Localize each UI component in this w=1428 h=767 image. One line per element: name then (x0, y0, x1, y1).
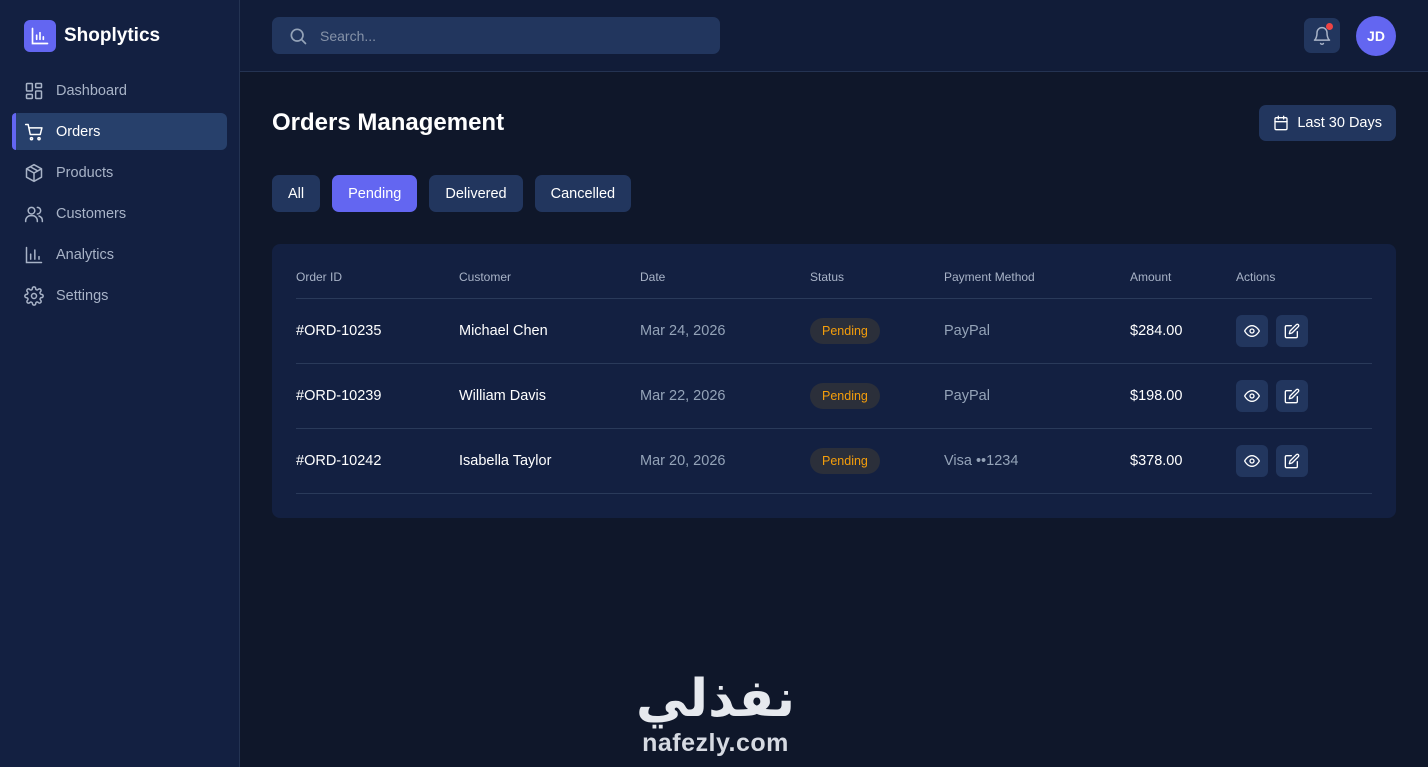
sidebar-item-orders[interactable]: Orders (12, 113, 227, 150)
amount-cell: $378.00 (1130, 428, 1236, 494)
column-header-status[interactable]: Status (810, 256, 944, 299)
payment-method-cell: Visa ••1234 (944, 428, 1130, 494)
gear-icon (24, 285, 44, 306)
cart-icon (24, 123, 43, 141)
brand[interactable]: Shoplytics (0, 0, 239, 72)
view-order-button[interactable] (1236, 379, 1268, 412)
brand-name: Shoplytics (64, 25, 161, 46)
column-header-payment-method[interactable]: Payment Method (944, 256, 1130, 299)
amount-cell: $284.00 (1130, 298, 1236, 364)
filter-pending[interactable]: Pending (332, 175, 418, 212)
date-range-label: Last 30 Days (1297, 115, 1382, 131)
page-content: Orders Management Last 30 Days All Pendi… (240, 72, 1428, 518)
sidebar-item-label: Settings (56, 287, 109, 304)
date-cell: Mar 24, 2026 (640, 298, 810, 364)
eye-icon (1244, 324, 1260, 337)
bar-chart-icon (24, 20, 56, 52)
search-icon (290, 28, 307, 44)
edit-order-button[interactable] (1276, 444, 1308, 477)
amount-cell: $198.00 (1130, 363, 1236, 429)
sidebar-item-label: Customers (56, 205, 127, 222)
status-cell: Pending (810, 298, 944, 364)
date-cell: Mar 22, 2026 (640, 363, 810, 429)
sidebar-item-label: Analytics (56, 246, 115, 263)
customer-cell: William Davis (459, 363, 640, 429)
date-cell: Mar 20, 2026 (640, 428, 810, 494)
actions-cell (1236, 428, 1372, 494)
filter-delivered[interactable]: Delivered (429, 175, 523, 212)
analytics-icon (25, 246, 43, 263)
table-header-row: Order ID Customer Date Status Payment Me… (296, 256, 1372, 299)
status-badge: Pending (810, 317, 880, 344)
avatar[interactable]: JD (1356, 15, 1396, 56)
table-row[interactable]: #ORD-10235 Michael Chen Mar 24, 2026 Pen… (296, 298, 1372, 364)
view-order-button[interactable] (1236, 314, 1268, 347)
box-icon (25, 163, 43, 182)
orders-card: Order ID Customer Date Status Payment Me… (272, 244, 1396, 518)
payment-method-cell: PayPal (944, 298, 1130, 364)
status-filter-tabs: All Pending Delivered Cancelled (272, 175, 1396, 212)
actions-cell (1236, 363, 1372, 429)
search-box[interactable] (272, 17, 720, 54)
sidebar-item-dashboard[interactable]: Dashboard (12, 72, 227, 109)
column-header-actions: Actions (1236, 256, 1372, 299)
view-order-button[interactable] (1236, 444, 1268, 477)
filter-cancelled[interactable]: Cancelled (534, 175, 632, 212)
notifications-button[interactable] (1304, 18, 1340, 53)
orders-table: Order ID Customer Date Status Payment Me… (296, 256, 1372, 494)
page-header: Orders Management Last 30 Days (272, 104, 1396, 142)
main-area: JD Orders Management Last 30 Days All Pe… (240, 0, 1428, 767)
column-header-date[interactable]: Date (640, 256, 810, 299)
page-title: Orders Management (272, 109, 505, 136)
watermark-latin: nafezly.com (642, 729, 789, 757)
order-id-cell: #ORD-10235 (296, 298, 459, 364)
status-cell: Pending (810, 428, 944, 494)
column-header-customer[interactable]: Customer (459, 256, 640, 299)
eye-icon (1244, 454, 1260, 467)
order-id-cell: #ORD-10239 (296, 363, 459, 429)
sidebar-item-settings[interactable]: Settings (12, 277, 227, 314)
column-header-order-id[interactable]: Order ID (296, 256, 459, 299)
status-badge: Pending (810, 447, 880, 474)
watermark: نفذلي nafezly.com (628, 670, 803, 758)
actions-cell (1236, 298, 1372, 364)
status-badge: Pending (810, 382, 880, 409)
filter-all[interactable]: All (272, 175, 321, 212)
table-row[interactable]: #ORD-10242 Isabella Taylor Mar 20, 2026 … (296, 428, 1372, 494)
sidebar-item-analytics[interactable]: Analytics (12, 236, 227, 273)
order-id-cell: #ORD-10242 (296, 428, 459, 494)
table-row[interactable]: #ORD-10239 William Davis Mar 22, 2026 Pe… (296, 363, 1372, 429)
dashboard-icon (25, 82, 43, 99)
sidebar-item-label: Dashboard (56, 82, 127, 99)
status-cell: Pending (810, 363, 944, 429)
date-range-button[interactable]: Last 30 Days (1259, 105, 1396, 141)
sidebar-item-customers[interactable]: Customers (12, 195, 227, 232)
eye-icon (1244, 389, 1260, 402)
edit-icon (1284, 323, 1300, 338)
payment-method-cell: PayPal (944, 363, 1130, 429)
topbar-right: JD (1304, 15, 1396, 56)
topbar: JD (240, 0, 1428, 72)
edit-order-button[interactable] (1276, 314, 1308, 347)
edit-icon (1284, 388, 1300, 403)
sidebar-item-label: Products (56, 164, 114, 181)
search-input[interactable] (320, 27, 700, 44)
sidebar: Shoplytics Dashboard Orders Products Cus… (0, 0, 240, 767)
app-root: Shoplytics Dashboard Orders Products Cus… (0, 0, 1428, 767)
customer-cell: Isabella Taylor (459, 428, 640, 494)
edit-order-button[interactable] (1276, 379, 1308, 412)
watermark-arabic: نفذلي (635, 670, 796, 728)
sidebar-nav: Dashboard Orders Products Customers Anal… (0, 72, 239, 314)
calendar-icon (1274, 115, 1289, 131)
edit-icon (1284, 453, 1300, 468)
sidebar-item-label: Orders (56, 123, 101, 140)
column-header-amount[interactable]: Amount (1130, 256, 1236, 299)
sidebar-item-products[interactable]: Products (12, 154, 227, 191)
notification-badge (1326, 23, 1333, 30)
users-icon (24, 206, 44, 222)
customer-cell: Michael Chen (459, 298, 640, 364)
